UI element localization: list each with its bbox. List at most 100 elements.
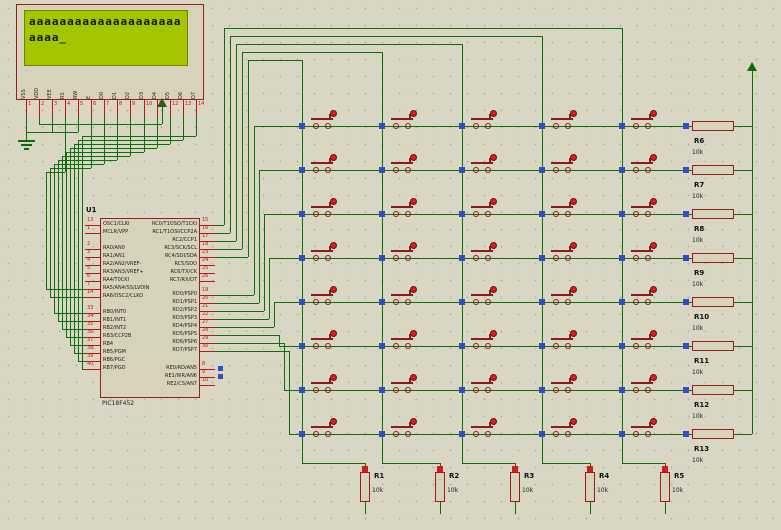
- wire-segment: [46, 172, 47, 289]
- push-button[interactable]: [546, 152, 580, 176]
- button-terminal-marker: [539, 431, 545, 437]
- button-terminal-marker: [619, 167, 625, 173]
- push-button[interactable]: [386, 152, 420, 176]
- push-button[interactable]: [306, 416, 340, 440]
- resistor-body[interactable]: [692, 385, 734, 395]
- resistor-body[interactable]: [692, 253, 734, 263]
- push-button[interactable]: [306, 284, 340, 308]
- push-button[interactable]: [466, 240, 500, 264]
- lcd-pin-number: 3: [54, 101, 58, 107]
- mcu-pin-label: RD0/PSP0: [172, 291, 197, 297]
- push-button[interactable]: [466, 152, 500, 176]
- lcd-pin-stub: [183, 100, 184, 116]
- push-button[interactable]: [626, 152, 660, 176]
- resistor-body[interactable]: [692, 429, 734, 439]
- push-button[interactable]: [546, 328, 580, 352]
- button-terminal-marker: [459, 299, 465, 305]
- resistor-body[interactable]: [692, 297, 734, 307]
- lcd-pin-number: 13: [185, 101, 192, 107]
- wire-segment: [254, 126, 255, 295]
- wire-segment: [242, 52, 382, 53]
- push-button[interactable]: [546, 284, 580, 308]
- resistor-body[interactable]: [585, 472, 595, 502]
- resistor-terminal-marker: [683, 431, 689, 437]
- wire-segment: [215, 327, 274, 328]
- wire-segment: [752, 71, 753, 434]
- push-button[interactable]: [546, 240, 580, 264]
- button-terminal-marker: [299, 123, 305, 129]
- mcu-pin-number: 16: [202, 225, 209, 231]
- push-button[interactable]: [546, 416, 580, 440]
- resistor-body[interactable]: [435, 472, 445, 502]
- push-button[interactable]: [306, 240, 340, 264]
- push-button[interactable]: [386, 196, 420, 220]
- push-button[interactable]: [466, 328, 500, 352]
- push-button[interactable]: [386, 284, 420, 308]
- wire-segment: [665, 502, 666, 514]
- push-button[interactable]: [626, 108, 660, 132]
- push-button[interactable]: [386, 240, 420, 264]
- wire-segment: [274, 302, 275, 327]
- wire-segment: [215, 257, 248, 258]
- mcu-pin-label: RD3/PSP3: [172, 315, 197, 321]
- push-button[interactable]: [306, 328, 340, 352]
- button-terminal-marker: [299, 255, 305, 261]
- push-button[interactable]: [626, 372, 660, 396]
- lcd-pin-label: D0: [99, 91, 105, 99]
- push-button[interactable]: [466, 284, 500, 308]
- resistor-body[interactable]: [660, 472, 670, 502]
- push-button[interactable]: [386, 416, 420, 440]
- wire-segment: [74, 144, 75, 353]
- mcu-pin-number: 24: [202, 257, 209, 263]
- resistor-body[interactable]: [692, 209, 734, 219]
- resistor-ref: R2: [449, 472, 460, 480]
- mcu-pin-label: RD4/PSP4: [172, 323, 197, 329]
- push-button[interactable]: [626, 196, 660, 220]
- resistor-terminal-marker: [683, 255, 689, 261]
- resistor-value: 10k: [692, 457, 704, 464]
- push-button[interactable]: [306, 372, 340, 396]
- push-button[interactable]: [626, 416, 660, 440]
- mcu-pin-label: RD6/PSP6: [172, 339, 197, 345]
- push-button[interactable]: [386, 108, 420, 132]
- resistor-value: 10k: [692, 413, 704, 420]
- push-button[interactable]: [466, 196, 500, 220]
- push-button[interactable]: [466, 416, 500, 440]
- push-button[interactable]: [546, 108, 580, 132]
- button-terminal-marker: [299, 211, 305, 217]
- resistor-body[interactable]: [692, 341, 734, 351]
- resistor-body[interactable]: [510, 472, 520, 502]
- mcu-pin-number: 8: [202, 361, 206, 367]
- push-button[interactable]: [306, 152, 340, 176]
- push-button[interactable]: [386, 372, 420, 396]
- lcd-pin-stub: [26, 100, 27, 116]
- push-button[interactable]: [626, 240, 660, 264]
- lcd-pin-stub: [196, 100, 197, 116]
- mcu-pin-label: RC7/RX/DT: [169, 277, 197, 283]
- push-button[interactable]: [626, 284, 660, 308]
- push-button[interactable]: [466, 372, 500, 396]
- button-terminal-marker: [539, 343, 545, 349]
- push-button[interactable]: [626, 328, 660, 352]
- resistor-body[interactable]: [692, 165, 734, 175]
- push-button[interactable]: [306, 196, 340, 220]
- lcd-pin-stub: [39, 100, 40, 116]
- resistor-body[interactable]: [360, 472, 370, 502]
- resistor-terminal-marker: [683, 211, 689, 217]
- push-button[interactable]: [546, 196, 580, 220]
- wire-segment: [734, 126, 752, 127]
- wire-segment: [734, 258, 752, 259]
- power-terminal-icon[interactable]: [747, 62, 757, 71]
- push-button[interactable]: [466, 108, 500, 132]
- ground-icon[interactable]: [18, 140, 35, 142]
- wire-segment: [542, 463, 590, 464]
- wire-segment: [78, 140, 183, 141]
- lcd-pin-stub: [144, 100, 145, 116]
- resistor-terminal-marker: [362, 466, 368, 472]
- push-button[interactable]: [386, 328, 420, 352]
- push-button[interactable]: [306, 108, 340, 132]
- push-button[interactable]: [546, 372, 580, 396]
- mcu-pin-number: 4: [87, 257, 91, 263]
- resistor-body[interactable]: [692, 121, 734, 131]
- wire-segment: [215, 295, 254, 296]
